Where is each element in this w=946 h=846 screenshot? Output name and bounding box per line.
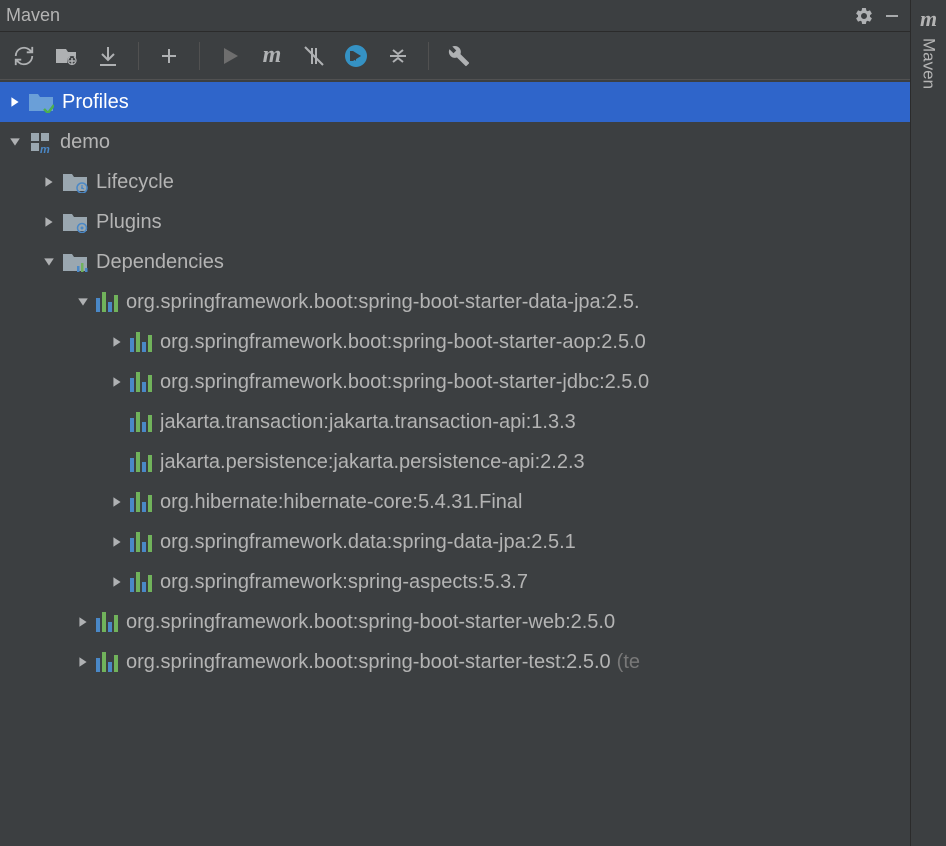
collapse-all-icon[interactable] <box>384 42 412 70</box>
chevron-right-icon <box>108 573 126 591</box>
dependency-scope: (te <box>617 651 640 674</box>
tree-item-dependency[interactable]: org.springframework.boot:spring-boot-sta… <box>0 362 910 402</box>
chevron-right-icon <box>108 493 126 511</box>
tree-label: Profiles <box>62 91 129 114</box>
tree-label: org.springframework.boot:spring-boot-sta… <box>126 611 615 634</box>
panel-title-bar: Maven <box>0 0 910 32</box>
library-icon <box>96 292 118 312</box>
chevron-right-icon <box>40 173 58 191</box>
chevron-right-icon <box>74 653 92 671</box>
tree-label: org.springframework.boot:spring-boot-sta… <box>160 331 646 354</box>
tree-item-dependency[interactable]: org.springframework.boot:spring-boot-sta… <box>0 322 910 362</box>
dependencies-folder-icon <box>62 251 88 273</box>
tree-label: org.springframework:spring-aspects:5.3.7 <box>160 571 528 594</box>
chevron-right-icon <box>74 613 92 631</box>
tree-label: Plugins <box>96 211 162 234</box>
tree-item-dependency[interactable]: org.springframework.boot:spring-boot-sta… <box>0 602 910 642</box>
library-icon <box>130 452 152 472</box>
side-tab-label: Maven <box>919 38 939 89</box>
tree-label: Lifecycle <box>96 171 174 194</box>
tree-label: jakarta.transaction:jakarta.transaction-… <box>160 411 576 434</box>
toggle-offline-icon[interactable] <box>300 42 328 70</box>
tree-label: org.springframework.data:spring-data-jpa… <box>160 531 576 554</box>
library-icon <box>96 652 118 672</box>
maven-m-icon: m <box>920 6 937 32</box>
svg-text:m: m <box>40 144 50 154</box>
toolbar-separator <box>138 42 139 70</box>
library-icon <box>130 572 152 592</box>
tree-label: org.springframework.boot:spring-boot-sta… <box>126 651 611 674</box>
maven-settings-icon[interactable] <box>445 42 473 70</box>
minimize-icon[interactable] <box>880 4 904 28</box>
tree-label: demo <box>60 131 110 154</box>
panel-title: Maven <box>6 5 848 26</box>
library-icon <box>130 372 152 392</box>
run-icon[interactable] <box>216 42 244 70</box>
library-icon <box>130 412 152 432</box>
library-icon <box>130 332 152 352</box>
tree-label: Dependencies <box>96 251 224 274</box>
toolbar-separator <box>428 42 429 70</box>
chevron-down-icon <box>40 253 58 271</box>
add-project-icon[interactable] <box>155 42 183 70</box>
chevron-right-icon <box>108 333 126 351</box>
tree-item-plugins[interactable]: Plugins <box>0 202 910 242</box>
toolbar: m <box>0 32 910 80</box>
project-icon: m <box>28 130 52 154</box>
tree-item-profiles[interactable]: Profiles <box>0 82 910 122</box>
plugins-folder-icon <box>62 211 88 233</box>
toolbar-separator <box>199 42 200 70</box>
tree-item-project[interactable]: m demo <box>0 122 910 162</box>
tree-item-dependency[interactable]: jakarta.transaction:jakarta.transaction-… <box>0 402 910 442</box>
chevron-right-icon <box>6 93 24 111</box>
tree-item-dependency[interactable]: jakarta.persistence:jakarta.persistence-… <box>0 442 910 482</box>
tree-item-dependency[interactable]: org.springframework.boot:spring-boot-sta… <box>0 642 910 682</box>
tree-item-dependency[interactable]: org.springframework:spring-aspects:5.3.7 <box>0 562 910 602</box>
tree-item-dependencies[interactable]: Dependencies <box>0 242 910 282</box>
tree-label: org.springframework.boot:spring-boot-sta… <box>160 371 649 394</box>
chevron-right-icon <box>108 533 126 551</box>
library-icon <box>96 612 118 632</box>
tree-label: jakarta.persistence:jakarta.persistence-… <box>160 451 585 474</box>
tree-item-dependency[interactable]: org.springframework.boot:spring-boot-sta… <box>0 282 910 322</box>
dependency-tree: Profiles m demo Lifecycle Plugins Depend… <box>0 80 910 846</box>
chevron-down-icon <box>74 293 92 311</box>
maven-panel: Maven m Profiles m demo <box>0 0 910 846</box>
download-sources-icon[interactable] <box>94 42 122 70</box>
generate-sources-icon[interactable] <box>52 42 80 70</box>
tree-item-dependency[interactable]: org.hibernate:hibernate-core:5.4.31.Fina… <box>0 482 910 522</box>
chevron-right-icon <box>40 213 58 231</box>
profiles-folder-icon <box>28 91 54 113</box>
reload-icon[interactable] <box>10 42 38 70</box>
tree-label: org.springframework.boot:spring-boot-sta… <box>126 291 640 314</box>
skip-tests-icon[interactable] <box>342 42 370 70</box>
maven-goal-icon[interactable]: m <box>258 42 286 70</box>
tree-item-lifecycle[interactable]: Lifecycle <box>0 162 910 202</box>
settings-icon[interactable] <box>852 4 876 28</box>
library-icon <box>130 532 152 552</box>
lifecycle-folder-icon <box>62 171 88 193</box>
tree-item-dependency[interactable]: org.springframework.data:spring-data-jpa… <box>0 522 910 562</box>
chevron-right-icon <box>108 373 126 391</box>
chevron-down-icon <box>6 133 24 151</box>
tree-label: org.hibernate:hibernate-core:5.4.31.Fina… <box>160 491 522 514</box>
maven-side-tab[interactable]: m Maven <box>910 0 946 846</box>
library-icon <box>130 492 152 512</box>
